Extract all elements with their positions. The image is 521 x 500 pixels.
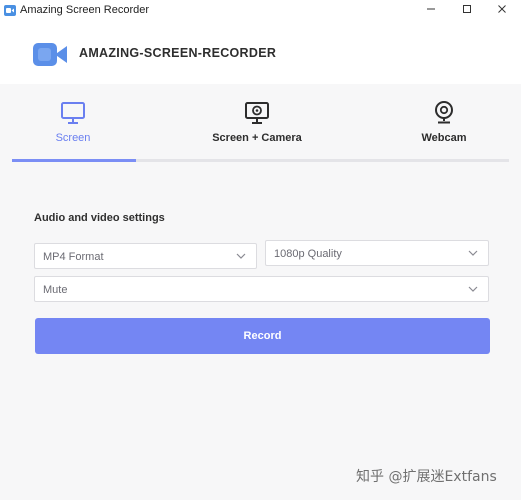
quality-select-value: 1080p Quality (274, 248, 342, 260)
title-bar: Amazing Screen Recorder (0, 0, 521, 22)
format-select-value: MP4 Format (43, 251, 104, 263)
minimize-button[interactable] (414, 0, 448, 18)
tab-screen-label: Screen (55, 132, 91, 144)
tab-progress-track (12, 159, 509, 162)
maximize-icon (463, 5, 471, 13)
app-icon (4, 5, 16, 16)
chevron-down-icon (468, 286, 478, 292)
audio-select[interactable]: Mute (34, 276, 489, 302)
close-button[interactable] (485, 0, 519, 18)
format-select[interactable]: MP4 Format (34, 243, 257, 269)
chevron-down-icon (236, 253, 246, 259)
monitor-icon (61, 102, 85, 124)
tab-screen-camera[interactable]: Screen + Camera (197, 100, 317, 152)
minimize-icon (427, 8, 435, 10)
tab-screen[interactable]: Screen (13, 100, 133, 152)
webcam-icon (435, 101, 453, 124)
window-title: Amazing Screen Recorder (20, 4, 150, 16)
app-header: AMAZING-SCREEN-RECORDER (0, 22, 521, 84)
tab-progress-fill (12, 159, 137, 162)
video-camera-icon (33, 43, 67, 66)
tab-webcam[interactable]: Webcam (384, 100, 504, 152)
audio-select-value: Mute (43, 284, 68, 296)
watermark: 知乎 @扩展迷Extfans (356, 469, 497, 485)
quality-select[interactable]: 1080p Quality (265, 240, 489, 266)
close-icon (498, 5, 506, 13)
chevron-down-icon (468, 250, 478, 256)
tab-webcam-label: Webcam (421, 132, 467, 144)
brand-name: AMAZING-SCREEN-RECORDER (79, 46, 277, 60)
record-button[interactable]: Record (35, 318, 490, 354)
tab-screen-camera-label: Screen + Camera (212, 132, 302, 144)
settings-title: Audio and video settings (34, 212, 165, 224)
maximize-button[interactable] (450, 0, 484, 18)
monitor-camera-icon (245, 102, 269, 124)
